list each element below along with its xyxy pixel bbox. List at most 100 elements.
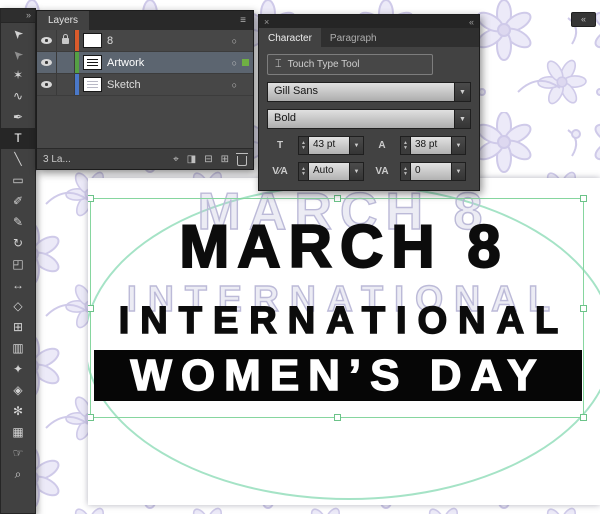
- clipping-mask-icon[interactable]: ◨: [187, 154, 196, 165]
- lasso-tool-icon[interactable]: ∿: [1, 86, 35, 107]
- chevron-down-icon[interactable]: ▼: [349, 137, 363, 154]
- leading-icon: A: [378, 140, 386, 151]
- rectangle-tool-icon[interactable]: ▭: [1, 170, 35, 191]
- visibility-toggle[interactable]: [37, 74, 57, 95]
- stepper-arrows[interactable]: ▲ ▼: [401, 137, 411, 154]
- pen-tool-icon[interactable]: ✒: [1, 107, 35, 128]
- selection-handle[interactable]: [334, 195, 341, 202]
- lock-icon: [62, 33, 69, 44]
- selection-bounding-box[interactable]: [88, 195, 587, 421]
- leading-value[interactable]: 38 pt: [411, 137, 451, 154]
- tools-panel: » ➤ ➤ ✶ ∿ ✒ T ╲ ▭ ✐ ✎ ↻ ◰ ↔ ◇ ⊞ ▥ ✦ ◈ ✻ …: [0, 8, 36, 514]
- layer-thumbnail: [83, 55, 102, 70]
- hand-tool-icon[interactable]: ☞: [1, 443, 35, 464]
- target-circle-icon[interactable]: ○: [232, 80, 237, 90]
- tracking-value[interactable]: 0: [411, 163, 451, 180]
- selection-handle[interactable]: [88, 195, 94, 202]
- stepper-arrows[interactable]: ▲ ▼: [299, 163, 309, 180]
- stepper-arrows[interactable]: ▲ ▼: [299, 137, 309, 154]
- scale-tool-icon[interactable]: ◰: [1, 254, 35, 275]
- visibility-toggle[interactable]: [37, 30, 57, 51]
- character-panel-titlebar: × «: [259, 15, 479, 28]
- touch-type-label: Touch Type Tool: [287, 59, 360, 70]
- chevron-down-icon[interactable]: ▼: [349, 163, 363, 180]
- eye-icon: [41, 37, 52, 44]
- chevron-down-icon[interactable]: ▼: [451, 163, 465, 180]
- layer-row-artwork[interactable]: Artwork ○: [37, 52, 253, 74]
- tab-paragraph[interactable]: Paragraph: [321, 28, 386, 47]
- font-size-value[interactable]: 43 pt: [309, 137, 349, 154]
- type-tool-icon[interactable]: T: [1, 128, 35, 149]
- lock-toggle[interactable]: [57, 52, 75, 73]
- selection-handle[interactable]: [580, 305, 587, 312]
- kerning-value[interactable]: Auto: [309, 163, 349, 180]
- layer-name: Sketch: [107, 78, 141, 91]
- illustrator-window: MARCH 8 INTERNATIONAL MARCH 8 INTERNATIO…: [0, 0, 600, 514]
- artboard: MARCH 8 INTERNATIONAL MARCH 8 INTERNATIO…: [88, 178, 600, 505]
- chevron-down-icon[interactable]: ▼: [454, 110, 470, 128]
- chevron-down-icon[interactable]: ▼: [454, 83, 470, 101]
- visibility-toggle[interactable]: [37, 52, 57, 73]
- zoom-tool-icon[interactable]: ⌕: [1, 464, 35, 485]
- line-segment-tool-icon[interactable]: ╲: [1, 149, 35, 170]
- close-icon[interactable]: ×: [264, 17, 269, 27]
- delete-layer-icon[interactable]: [236, 152, 248, 166]
- blend-tool-icon[interactable]: ◈: [1, 380, 35, 401]
- font-family-value[interactable]: Gill Sans: [268, 83, 454, 101]
- shape-builder-tool-icon[interactable]: ◇: [1, 296, 35, 317]
- font-size-field[interactable]: ▲ ▼ 43 pt ▼: [298, 136, 364, 155]
- symbol-sprayer-tool-icon[interactable]: ✻: [1, 401, 35, 422]
- stepper-down-icon[interactable]: ▼: [403, 171, 408, 177]
- layer-row-8[interactable]: 8 ○: [37, 30, 253, 52]
- tab-character[interactable]: Character: [259, 28, 321, 47]
- stepper-down-icon[interactable]: ▼: [403, 145, 408, 151]
- lock-toggle[interactable]: [57, 74, 75, 95]
- eye-icon: [41, 81, 52, 88]
- lock-toggle[interactable]: [57, 30, 75, 51]
- target-circle-icon[interactable]: ○: [232, 58, 237, 68]
- stepper-down-icon[interactable]: ▼: [301, 171, 306, 177]
- stepper-down-icon[interactable]: ▼: [301, 145, 306, 151]
- new-sublayer-icon[interactable]: ⊟: [204, 154, 212, 165]
- kerning-tracking-row: V∕A ▲ ▼ Auto ▼ VA ▲ ▼ 0 ▼: [267, 162, 471, 181]
- layer-color-bar: [75, 52, 79, 73]
- layer-name: Artwork: [107, 56, 145, 69]
- font-style-dropdown[interactable]: Bold ▼: [267, 109, 471, 129]
- tab-layers[interactable]: Layers: [37, 11, 90, 30]
- panel-menu-icon[interactable]: ≡: [233, 11, 253, 30]
- selection-handle[interactable]: [334, 414, 341, 421]
- selection-handle[interactable]: [88, 414, 94, 421]
- layer-thumbnail: [83, 33, 102, 48]
- tracking-field[interactable]: ▲ ▼ 0 ▼: [400, 162, 466, 181]
- character-panel-body: ⌶ Touch Type Tool Gill Sans ▼ Bold ▼ T ▲…: [259, 47, 479, 190]
- paintbrush-tool-icon[interactable]: ✐: [1, 191, 35, 212]
- pencil-tool-icon[interactable]: ✎: [1, 212, 35, 233]
- layers-count-status: 3 La...: [43, 153, 71, 165]
- rotate-tool-icon[interactable]: ↻: [1, 233, 35, 254]
- layer-color-bar: [75, 74, 79, 95]
- selection-handle[interactable]: [580, 414, 587, 421]
- width-tool-icon[interactable]: ↔: [1, 275, 35, 296]
- chevron-down-icon[interactable]: ▼: [451, 137, 465, 154]
- selection-handle[interactable]: [88, 305, 94, 312]
- character-panel-tabs: Character Paragraph: [259, 28, 479, 47]
- new-layer-icon[interactable]: ⊞: [221, 154, 229, 165]
- stepper-arrows[interactable]: ▲ ▼: [401, 163, 411, 180]
- collapse-panel-icon[interactable]: «: [469, 17, 474, 27]
- target-circle-icon[interactable]: ○: [232, 36, 237, 46]
- mesh-tool-icon[interactable]: ⊞: [1, 317, 35, 338]
- font-family-dropdown[interactable]: Gill Sans ▼: [267, 82, 471, 102]
- locate-object-icon[interactable]: ⌖: [173, 154, 179, 165]
- kerning-field[interactable]: ▲ ▼ Auto ▼: [298, 162, 364, 181]
- column-graph-tool-icon[interactable]: ▦: [1, 422, 35, 443]
- touch-type-tool-button[interactable]: ⌶ Touch Type Tool: [267, 54, 433, 75]
- gradient-tool-icon[interactable]: ▥: [1, 338, 35, 359]
- leading-field[interactable]: ▲ ▼ 38 pt ▼: [400, 136, 466, 155]
- character-panel: × « Character Paragraph ⌶ Touch Type Too…: [258, 14, 480, 191]
- font-style-value[interactable]: Bold: [268, 110, 454, 128]
- selection-handle[interactable]: [580, 195, 587, 202]
- layer-row-sketch[interactable]: Sketch ○: [37, 74, 253, 96]
- dock-collapse-button[interactable]: «: [571, 12, 596, 27]
- eyedropper-tool-icon[interactable]: ✦: [1, 359, 35, 380]
- tracking-icon: VA: [375, 166, 389, 177]
